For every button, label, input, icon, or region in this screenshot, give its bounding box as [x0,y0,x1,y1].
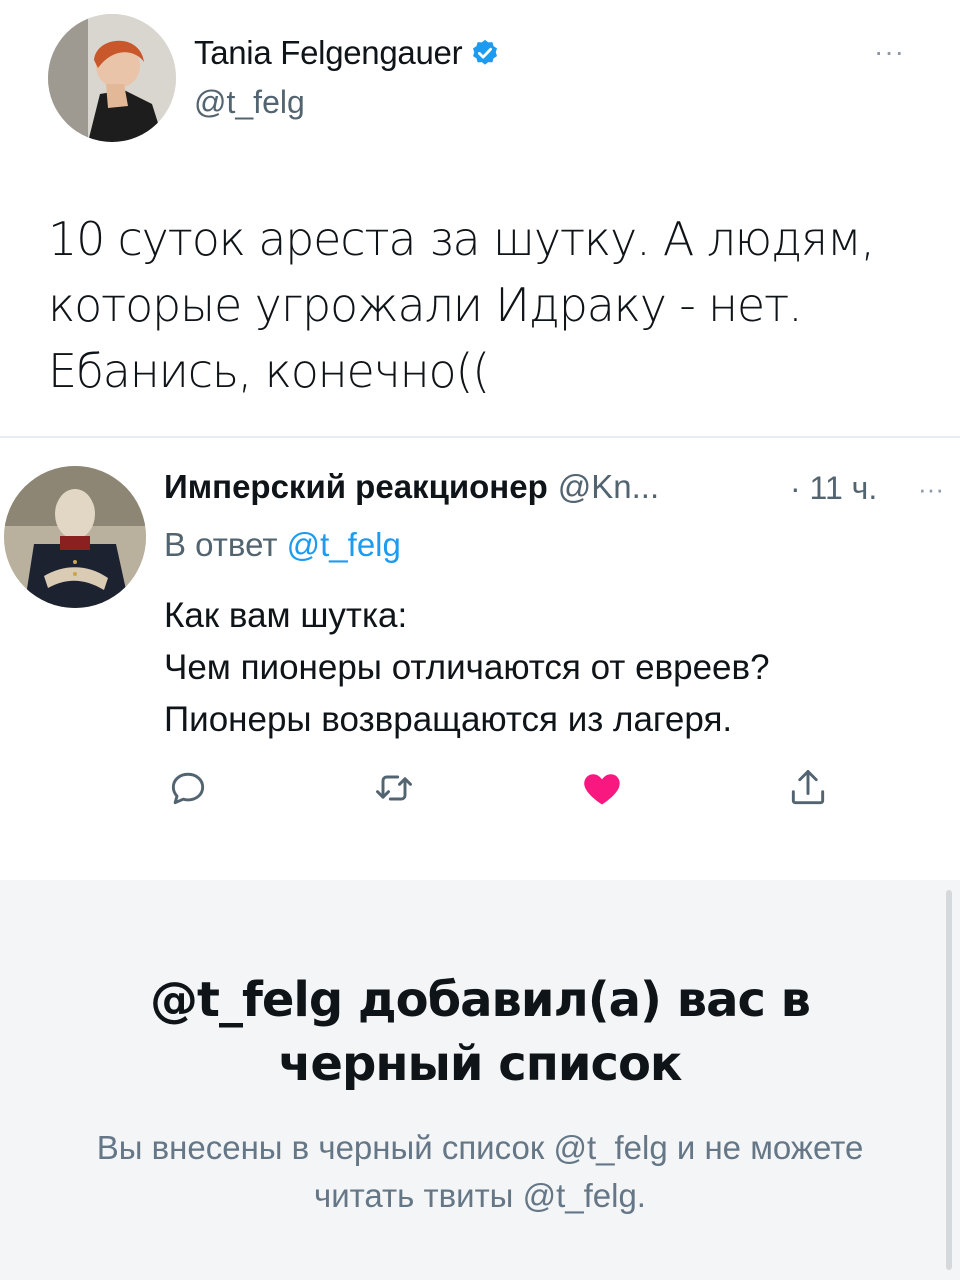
replying-to-label: В ответ [164,526,278,563]
reply-text-line: Как вам шутка: [164,596,408,635]
author-avatar[interactable] [48,14,176,142]
author-name-text: Tania Felgengauer [194,34,463,71]
reply-timestamp[interactable]: · 11 ч. [790,470,877,507]
reply-author-handle: @Kn... [557,468,660,505]
reply-text: Как вам шутка: Чем пионеры отличаются от… [164,590,924,746]
author-name[interactable]: Tania Felgengauer [194,34,500,72]
reply-text-line: Пионеры возвращаются из лагеря. [164,700,733,739]
tweet-text: 10 суток ареста за шутку. А людям, котор… [48,212,875,398]
reply-author-avatar[interactable] [4,466,146,608]
divider [0,436,960,438]
reply-text-line: Чем пионеры отличаются от евреев? [164,648,770,687]
author-handle[interactable]: @t_felg [194,84,305,121]
verified-badge-icon [470,38,500,68]
share-icon[interactable] [784,766,832,810]
blocked-title: @t_felg добавил(а) вас в черный список [150,972,811,1092]
replying-to-mention[interactable]: @t_felg [287,526,401,563]
reply-author-name: Имперский реакционер [164,468,548,505]
scrollbar[interactable] [946,890,952,1270]
retweet-icon[interactable] [370,766,418,810]
like-icon-filled[interactable] [578,766,626,810]
reply-icon[interactable] [164,766,212,810]
more-options-icon[interactable]: ··· [874,36,905,68]
replying-to: В ответ @t_felg [164,526,401,564]
reply-more-options-icon[interactable]: ··· [918,474,944,505]
blocked-description: Вы внесены в черный список @t_felg и не … [96,1129,864,1214]
reply-author[interactable]: Имперский реакционер @Kn... [164,468,659,506]
